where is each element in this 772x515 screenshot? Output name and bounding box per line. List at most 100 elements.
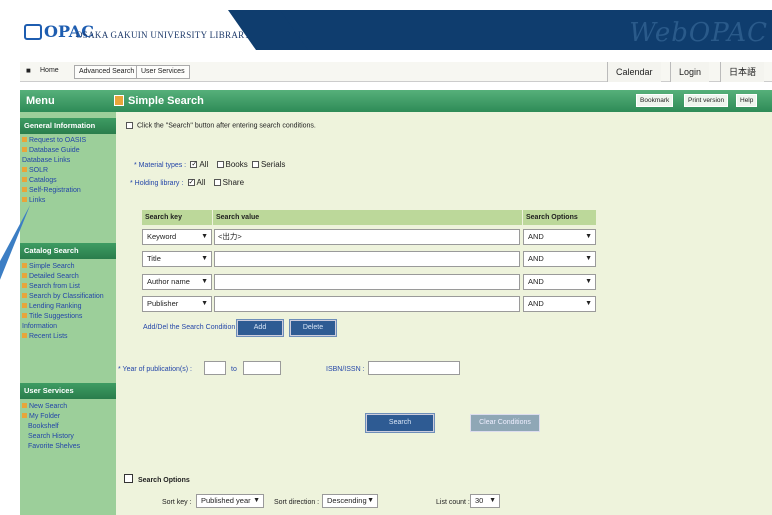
search-value-input[interactable] (214, 274, 520, 290)
main-panel (116, 112, 772, 515)
chevron-down-icon: ▼ (585, 233, 592, 240)
search-key-select[interactable]: Keyword ▼ (142, 229, 212, 245)
sidebar-item[interactable]: Request to OASIS (22, 137, 86, 144)
sidebar-item[interactable]: Lending Ranking (22, 303, 82, 310)
material-serials-checkbox[interactable] (251, 161, 259, 169)
clear-conditions-button[interactable]: Clear Conditions (470, 414, 540, 432)
brand-text: WebOPAC (629, 18, 768, 48)
sidebar-item[interactable]: Bookshelf (28, 423, 59, 430)
sidebar-item[interactable]: Detailed Search (22, 273, 79, 280)
holding-label: * Holding library : (130, 180, 184, 187)
sidebar-item[interactable]: New Search (22, 403, 67, 410)
sidebar-item[interactable]: Recent Lists (22, 333, 68, 340)
bullet-icon (22, 283, 27, 288)
holding-share-checkbox[interactable] (213, 179, 221, 187)
year-separator: to (231, 366, 237, 373)
chevron-down-icon: ▼ (585, 255, 592, 262)
header-banner: WebOPAC (268, 10, 772, 50)
bullet-icon (22, 293, 27, 298)
home-link[interactable]: Home (36, 65, 63, 79)
search-key-select[interactable]: Author name ▼ (142, 274, 212, 290)
isbn-label: ISBN/ISSN : (326, 366, 365, 373)
isbn-input[interactable] (368, 361, 460, 375)
search-value-input[interactable] (214, 251, 520, 267)
sidebar-item[interactable]: Title Suggestions (22, 313, 82, 320)
grid-header-options: Search Options (523, 210, 596, 225)
bullet-icon (22, 187, 27, 192)
search-options-title: Search Options (138, 477, 190, 484)
chevron-down-icon: ▼ (201, 300, 208, 307)
nav-link-advanced[interactable]: Advanced Search (74, 65, 140, 79)
calendar-button[interactable]: Calendar (607, 62, 661, 82)
year-from-input[interactable] (204, 361, 226, 375)
sort-key-select[interactable]: Published year ▼ (196, 494, 264, 508)
chevron-down-icon: ▼ (201, 255, 208, 262)
sidebar-item[interactable]: Database Guide (22, 147, 80, 154)
chevron-down-icon: ▼ (489, 497, 496, 504)
library-name: OSAKA GAKUIN UNIVERSITY LIBRARY (76, 30, 251, 40)
sidebar-item[interactable]: Search History (28, 433, 74, 440)
sidebar-item[interactable]: Catalogs (22, 177, 57, 184)
sidebar-item[interactable]: Simple Search (22, 263, 75, 270)
search-op-select[interactable]: AND ▼ (523, 251, 596, 267)
page-title: Simple Search (128, 95, 204, 107)
search-key-select[interactable]: Publisher ▼ (142, 296, 212, 312)
sidebar-item[interactable]: Search by Classification (22, 293, 104, 300)
material-books-checkbox[interactable] (216, 161, 224, 169)
language-button[interactable]: 日本語 (720, 62, 765, 82)
add-button[interactable]: Add (236, 319, 284, 337)
sidebar-heading-user: User Services (20, 383, 116, 399)
material-all-checkbox[interactable] (190, 161, 198, 169)
search-op-select[interactable]: AND ▼ (523, 274, 596, 290)
year-label: * Year of publication(s) : (118, 366, 192, 373)
help-button[interactable]: Help (736, 94, 758, 107)
sidebar-item[interactable]: My Folder (22, 413, 60, 420)
bullet-icon (22, 413, 27, 418)
bullet-icon (22, 313, 27, 318)
list-count-select[interactable]: 30 ▼ (470, 494, 500, 508)
bookmark-button[interactable]: Bookmark (636, 94, 674, 107)
search-op-select[interactable]: AND ▼ (523, 296, 596, 312)
chevron-down-icon: ▼ (367, 497, 374, 504)
instruction-text: Click the "Search" button after entering… (124, 122, 316, 129)
menu-title: Menu (26, 95, 55, 107)
material-label: * Material types : (134, 162, 187, 169)
sidebar-item[interactable]: SOLR (22, 167, 48, 174)
sidebar-item[interactable]: Database Links (22, 157, 70, 164)
search-key-select[interactable]: Title ▼ (142, 251, 212, 267)
search-options-toggle-icon[interactable] (124, 474, 133, 483)
sort-direction-select[interactable]: Descending ▼ (322, 494, 378, 508)
print-button[interactable]: Print version (684, 94, 729, 107)
bullet-icon (22, 137, 27, 142)
bullet-icon (22, 403, 27, 408)
chevron-down-icon: ▼ (585, 278, 592, 285)
sidebar-heading-general: General Information (20, 118, 116, 134)
nav-link-user-services[interactable]: User Services (136, 65, 190, 79)
search-value-input[interactable]: <出力> (214, 229, 520, 245)
year-to-input[interactable] (243, 361, 281, 375)
search-page-icon (114, 95, 124, 106)
delete-button[interactable]: Delete (289, 319, 337, 337)
opac-logo-icon (24, 24, 42, 40)
sidebar-item[interactable]: Search from List (22, 283, 80, 290)
sidebar-item[interactable]: Self-Registration (22, 187, 81, 194)
holding-all-checkbox[interactable] (187, 179, 195, 187)
grid-header-key: Search key (142, 210, 212, 225)
sort-key-label: Sort key : (162, 499, 192, 506)
sidebar-item[interactable]: Links (22, 197, 45, 204)
search-op-select[interactable]: AND ▼ (523, 229, 596, 245)
bullet-icon (22, 303, 27, 308)
nav-bar: ■ Home Advanced Search User Services Cal… (20, 62, 772, 82)
material-filter: * Material types : All Books Serials (134, 160, 285, 169)
sort-direction-label: Sort direction : (274, 499, 320, 506)
sidebar-item[interactable]: Favorite Shelves (28, 443, 80, 450)
login-button[interactable]: Login (670, 62, 710, 82)
sidebar-item[interactable]: Information (22, 323, 57, 330)
search-button[interactable]: Search (365, 413, 435, 433)
search-value-input[interactable] (214, 296, 520, 312)
bullet-icon (22, 197, 27, 202)
chevron-down-icon: ▼ (253, 497, 260, 504)
bullet-icon (22, 263, 27, 268)
list-count-label: List count : (436, 499, 470, 506)
home-icon[interactable]: ■ (26, 66, 31, 75)
